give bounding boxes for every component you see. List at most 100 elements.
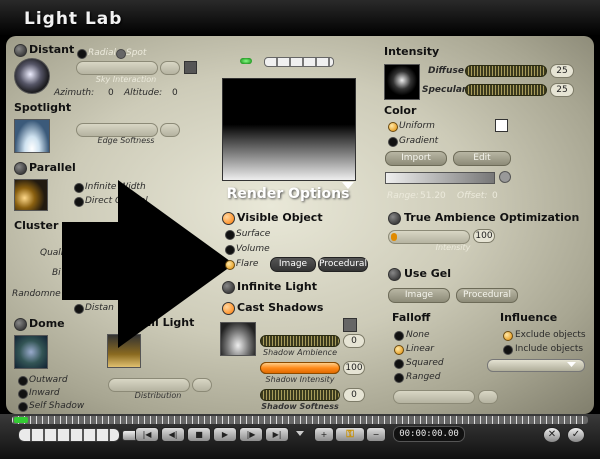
exclude-objects-radio[interactable]	[503, 331, 513, 341]
gel-image-button[interactable]: Image	[388, 288, 450, 303]
shadow-intensity-value[interactable]: 100	[343, 361, 365, 375]
sky-color-swatch[interactable]	[184, 61, 197, 74]
falloff-range-slider[interactable]	[393, 390, 475, 404]
light-preview[interactable]	[222, 78, 356, 181]
specular-slider[interactable]	[465, 84, 547, 96]
edit-button[interactable]: Edit	[453, 151, 511, 166]
visible-object-label: Visible Object	[237, 211, 323, 224]
visible-object-radio[interactable]	[222, 212, 235, 225]
step-forward-button[interactable]: |▶	[239, 427, 263, 442]
play-button[interactable]: ▶	[213, 427, 237, 442]
time-display[interactable]: 00:00:00.00	[393, 426, 465, 442]
gel-procedural-button[interactable]: Procedural	[456, 288, 518, 303]
inward-label: Inward	[29, 388, 60, 398]
preview-mode-buttons[interactable]	[264, 57, 334, 67]
offset-label: Offset:	[457, 191, 488, 201]
stop-button[interactable]: ■	[187, 427, 211, 442]
shadow-intensity-fill	[260, 362, 340, 374]
specular-value[interactable]: 25	[550, 83, 574, 97]
falloff-linear-radio[interactable]	[394, 345, 404, 355]
falloff-linear-label: Linear	[406, 344, 434, 354]
parallel-radio[interactable]	[14, 162, 27, 175]
uniform-radio[interactable]	[388, 122, 398, 132]
sky-interaction-value[interactable]	[160, 61, 180, 75]
spotlight-label: Spotlight	[14, 101, 72, 114]
gradient-knob[interactable]	[499, 171, 511, 183]
intensity-thumb[interactable]	[384, 64, 420, 100]
keyframe-buttons[interactable]	[18, 428, 120, 442]
spot-label: Spot	[126, 48, 147, 58]
ambience-intensity-label: Intensity	[435, 243, 471, 252]
volume-radio[interactable]	[225, 245, 235, 255]
outward-radio[interactable]	[18, 376, 28, 386]
flare-radio[interactable]	[225, 260, 235, 270]
sky-interaction-slider[interactable]	[76, 61, 158, 75]
gradient-radio[interactable]	[388, 137, 398, 147]
use-gel-radio[interactable]	[388, 268, 401, 281]
loop-chevron-icon[interactable]	[296, 431, 304, 437]
inward-radio[interactable]	[18, 389, 28, 399]
ok-check-icon[interactable]: ✓	[567, 427, 585, 443]
arrow-overlay	[62, 180, 234, 348]
ambience-intensity-value[interactable]: 100	[473, 229, 495, 243]
skip-start-button[interactable]: |◀	[135, 427, 159, 442]
distant-light-thumb[interactable]	[14, 58, 50, 94]
shadow-softness-slider[interactable]	[260, 389, 340, 401]
cluster-label: Cluster	[14, 219, 59, 232]
import-button[interactable]: Import	[385, 151, 447, 166]
dropdown-chevron-icon[interactable]	[567, 362, 576, 368]
self-shadow-label: Self Shadow	[29, 401, 85, 411]
spot-radio[interactable]	[116, 49, 126, 59]
falloff-ranged-radio[interactable]	[394, 373, 404, 383]
falloff-label: Falloff	[392, 311, 431, 324]
sky-interaction-label: Sky Interaction	[95, 75, 157, 84]
step-back-button[interactable]: ◀|	[161, 427, 185, 442]
parallel-thumb[interactable]	[14, 179, 48, 211]
shadow-ambience-slider[interactable]	[260, 335, 340, 347]
timeline-ruler[interactable]	[12, 416, 588, 424]
light-color-swatch[interactable]	[495, 119, 508, 132]
shadow-color-swatch[interactable]	[343, 318, 357, 332]
cluster-randomness-label: Randomne	[12, 289, 61, 299]
distant-label: Distant	[29, 43, 75, 56]
shadow-intensity-slider[interactable]	[260, 362, 340, 374]
falloff-squared-radio[interactable]	[394, 359, 404, 369]
remove-keyframe-button[interactable]: −	[366, 427, 386, 442]
timeline-marker[interactable]	[14, 417, 28, 423]
radial-radio[interactable]	[77, 49, 87, 59]
include-objects-radio[interactable]	[503, 345, 513, 355]
shadow-preview-thumb[interactable]	[220, 322, 256, 356]
edge-softness-value[interactable]	[160, 123, 180, 137]
diffuse-value[interactable]: 25	[550, 64, 574, 78]
distant-radio[interactable]	[14, 44, 27, 57]
skip-end-button[interactable]: ▶|	[265, 427, 289, 442]
falloff-none-radio[interactable]	[394, 331, 404, 341]
spotlight-thumb[interactable]	[14, 119, 50, 153]
specular-label: Specular	[422, 85, 467, 95]
self-shadow-radio[interactable]	[18, 402, 28, 412]
ambience-intensity-slider[interactable]	[388, 230, 470, 244]
shadow-ambience-value[interactable]: 0	[343, 334, 365, 348]
flare-procedural-button[interactable]: Procedural	[318, 257, 368, 272]
shadow-softness-value[interactable]: 0	[343, 388, 365, 402]
infinite-light-label: Infinite Light	[237, 280, 317, 293]
ambience-intensity-handle[interactable]	[391, 233, 397, 241]
dome-thumb[interactable]	[14, 335, 48, 369]
distribution-value[interactable]	[192, 378, 212, 392]
distribution-slider[interactable]	[108, 378, 190, 392]
dome-radio[interactable]	[14, 318, 27, 331]
infinite-light-radio[interactable]	[222, 281, 235, 294]
cancel-icon[interactable]: ✕	[543, 427, 561, 443]
diffuse-slider[interactable]	[465, 65, 547, 77]
edge-softness-slider[interactable]	[76, 123, 158, 137]
cast-shadows-radio[interactable]	[222, 302, 235, 315]
surface-radio[interactable]	[225, 230, 235, 240]
flare-image-button[interactable]: Image	[270, 257, 316, 272]
key-icon[interactable]: ⚿	[335, 427, 365, 442]
gradient-bar[interactable]	[385, 172, 495, 184]
falloff-range-value[interactable]	[478, 390, 498, 404]
cast-shadows-label: Cast Shadows	[237, 301, 324, 314]
add-keyframe-button[interactable]: +	[314, 427, 334, 442]
flare-label: Flare	[236, 259, 259, 269]
true-ambience-radio[interactable]	[388, 212, 401, 225]
